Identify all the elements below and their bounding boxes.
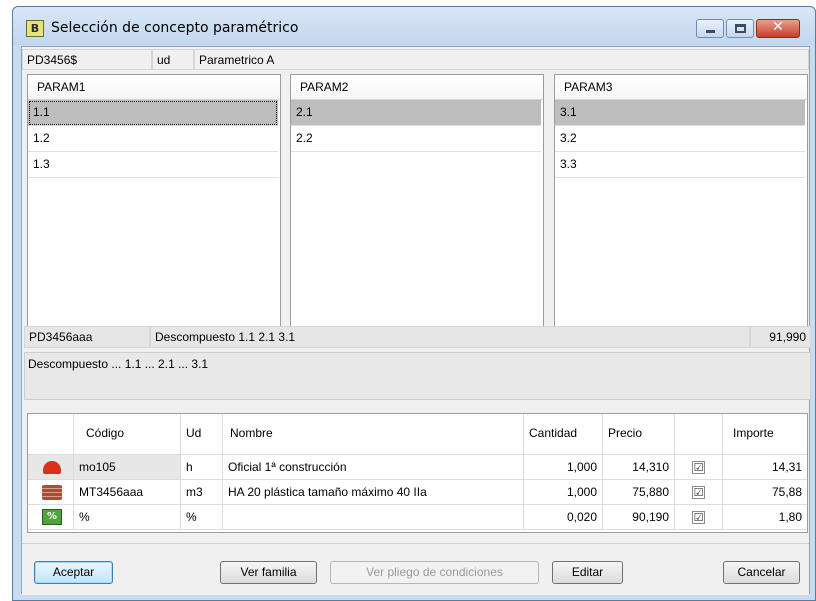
result-summary: Descompuesto 1.1 2.1 3.1	[150, 326, 750, 348]
title-bar[interactable]: B Selección de concepto paramétrico ✕	[13, 7, 815, 45]
row-price[interactable]: 75,880	[603, 480, 675, 504]
edit-button[interactable]: Editar	[552, 561, 623, 584]
view-conditions-button[interactable]: Ver pliego de condiciones	[330, 561, 539, 584]
param3-header[interactable]: PARAM3	[555, 75, 807, 100]
row-check-cell[interactable]: ☑	[675, 480, 723, 504]
result-description: Descompuesto ... 1.1 ... 2.1 ... 3.1	[24, 352, 811, 400]
row-checkbox[interactable]: ☑	[692, 486, 705, 499]
row-amount: 1,80	[778, 510, 802, 524]
column-header-quantity[interactable]: Cantidad	[524, 414, 603, 454]
table-row[interactable]: MT3456aaa m3 HA 20 plástica tamaño máxim…	[28, 480, 807, 505]
row-name[interactable]	[223, 505, 524, 529]
row-amount: 14,31	[771, 460, 802, 474]
table-header-row: Código Ud Nombre Cantidad Precio Importe	[28, 414, 807, 455]
concept-name: Parametrico A	[194, 49, 809, 70]
concept-code: PD3456$	[22, 49, 152, 70]
view-family-button[interactable]: Ver familia	[220, 561, 317, 584]
row-price[interactable]: 14,310	[603, 455, 675, 479]
maximize-button[interactable]	[726, 19, 754, 38]
table-row[interactable]: % % % 0,020 90,190 ☑ 1,80	[28, 505, 807, 530]
row-checkbox[interactable]: ☑	[692, 511, 705, 524]
row-quantity[interactable]: 0,020	[524, 505, 603, 529]
row-name[interactable]: Oficial 1ª construcción	[223, 455, 524, 479]
column-header-check	[675, 414, 723, 454]
row-unit[interactable]: %	[181, 505, 223, 529]
param1-option[interactable]: 1.3	[28, 152, 278, 178]
result-summary-bar: PD3456aaa Descompuesto 1.1 2.1 3.1 91,99…	[22, 326, 811, 350]
row-quantity[interactable]: 1,000	[524, 455, 603, 479]
column-header-icon	[28, 414, 74, 454]
column-header-price[interactable]: Precio	[603, 414, 675, 454]
param3-option[interactable]: 3.2	[555, 126, 805, 152]
row-icon-cell: %	[28, 505, 74, 529]
percent-icon: %	[42, 509, 62, 525]
param3-option[interactable]: 3.1	[555, 100, 805, 126]
minimize-icon	[706, 30, 715, 33]
helmet-icon	[43, 461, 61, 474]
dialog-window: B Selección de concepto paramétrico ✕ PD…	[12, 6, 816, 601]
param3-option[interactable]: 3.3	[555, 152, 805, 178]
table-row[interactable]: mo105 h Oficial 1ª construcción 1,000 14…	[28, 455, 807, 480]
accept-button[interactable]: Aceptar	[34, 561, 113, 584]
row-checkbox[interactable]: ☑	[692, 461, 705, 474]
column-header-name[interactable]: Nombre	[223, 414, 524, 454]
row-icon-cell	[28, 480, 74, 504]
close-button[interactable]: ✕	[756, 19, 800, 38]
close-icon: ✕	[772, 19, 784, 35]
row-unit[interactable]: m3	[181, 480, 223, 504]
row-code[interactable]: MT3456aaa	[74, 480, 181, 504]
row-name[interactable]: HA 20 plástica tamaño máximo 40 IIa	[223, 480, 524, 504]
row-amount: 75,88	[771, 485, 802, 499]
row-icon-cell	[28, 455, 74, 479]
concept-unit: ud	[152, 49, 194, 70]
cancel-button[interactable]: Cancelar	[723, 561, 800, 584]
dialog-body: PD3456$ ud Parametrico A PARAM1 1.1 1.2 …	[21, 46, 811, 595]
parametric-app-icon: B	[26, 20, 44, 37]
column-header-code[interactable]: Código	[74, 414, 181, 454]
column-header-unit[interactable]: Ud	[181, 414, 223, 454]
row-code[interactable]: %	[74, 505, 181, 529]
bricks-icon	[42, 485, 62, 500]
param2-list[interactable]: PARAM2 2.1 2.2	[290, 74, 544, 343]
row-code[interactable]: mo105	[74, 455, 181, 479]
maximize-icon	[735, 24, 746, 33]
param2-option[interactable]: 2.2	[291, 126, 541, 152]
param3-list[interactable]: PARAM3 3.1 3.2 3.3	[554, 74, 808, 343]
row-quantity[interactable]: 1,000	[524, 480, 603, 504]
button-bar: Aceptar Ver familia Ver pliego de condic…	[22, 543, 809, 595]
column-header-amount[interactable]: Importe	[723, 414, 807, 454]
decomposition-table[interactable]: Código Ud Nombre Cantidad Precio Importe…	[27, 413, 808, 533]
param1-option[interactable]: 1.1	[28, 100, 278, 126]
result-price: 91,990	[750, 326, 811, 348]
row-unit[interactable]: h	[181, 455, 223, 479]
param2-header[interactable]: PARAM2	[291, 75, 543, 100]
param1-header[interactable]: PARAM1	[28, 75, 280, 100]
param1-list[interactable]: PARAM1 1.1 1.2 1.3	[27, 74, 281, 343]
row-price[interactable]: 90,190	[603, 505, 675, 529]
minimize-button[interactable]	[696, 19, 724, 38]
result-code: PD3456aaa	[24, 326, 150, 348]
row-check-cell[interactable]: ☑	[675, 505, 723, 529]
window-title: Selección de concepto paramétrico	[51, 20, 299, 36]
row-check-cell[interactable]: ☑	[675, 455, 723, 479]
param1-option[interactable]: 1.2	[28, 126, 278, 152]
param2-option[interactable]: 2.1	[291, 100, 541, 126]
